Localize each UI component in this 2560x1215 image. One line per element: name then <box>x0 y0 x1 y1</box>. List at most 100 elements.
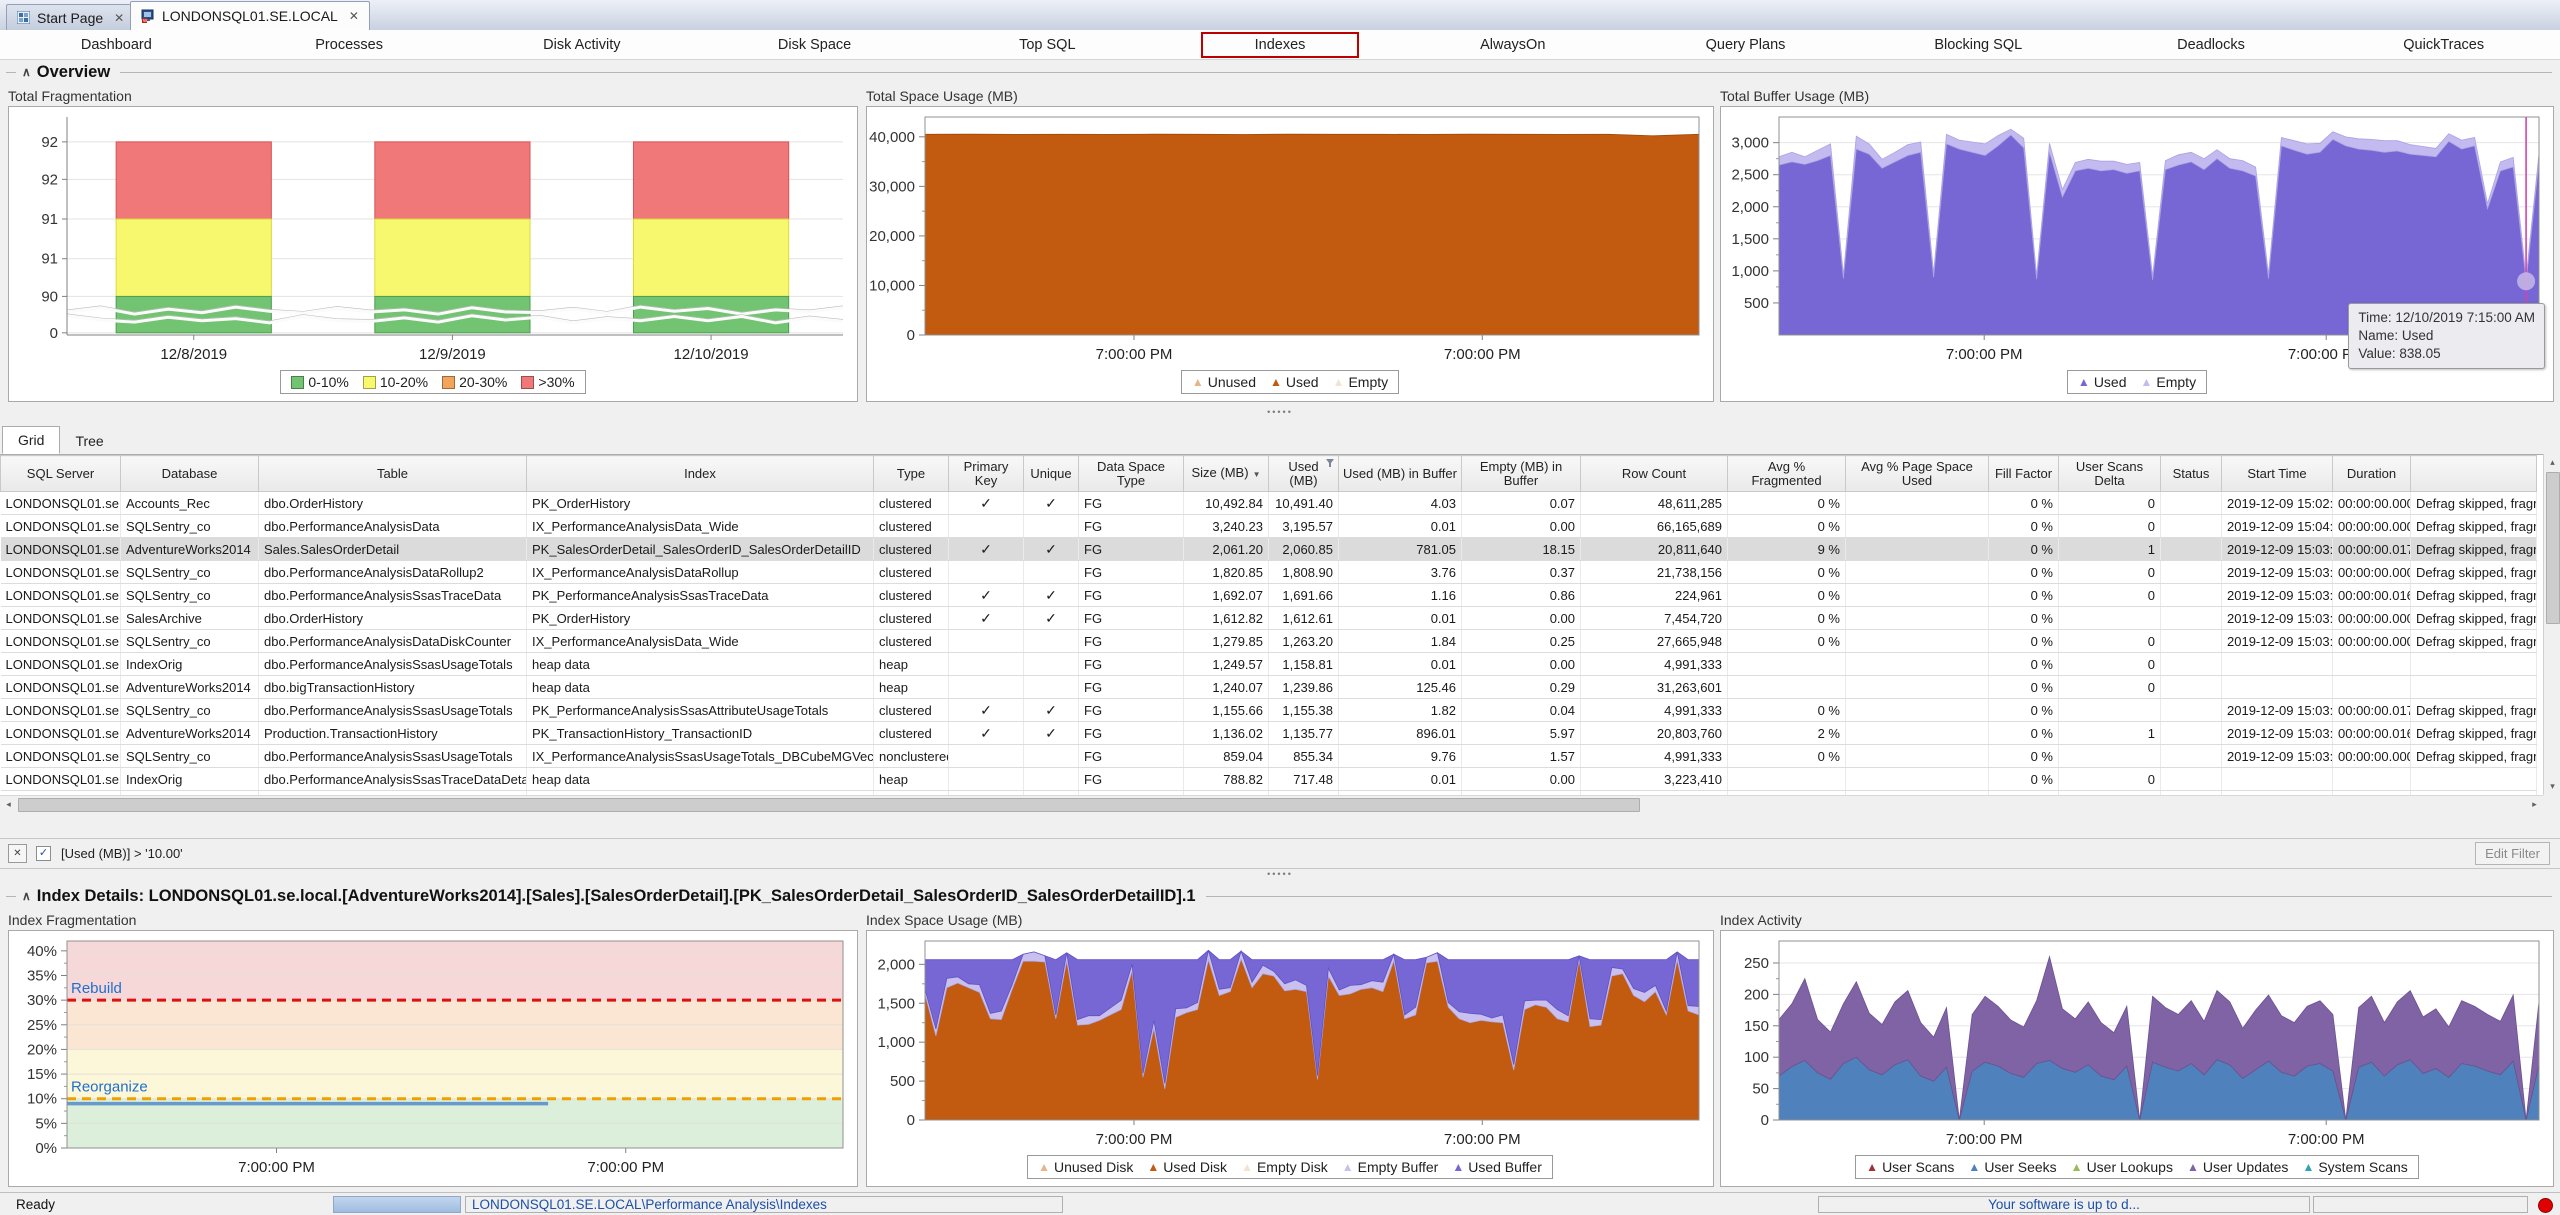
nav-item-processes[interactable]: Processes <box>233 30 466 59</box>
column-header-primary-key[interactable]: Primary Key <box>949 456 1024 492</box>
close-icon[interactable]: ✕ <box>349 9 359 23</box>
overview-section-header: ∧ Overview <box>6 62 2552 82</box>
column-header-status-text[interactable] <box>2411 456 2537 492</box>
tab-start-page[interactable]: Start Page ✕ <box>6 4 135 30</box>
table-row[interactable]: LONDONSQL01.se.localIndexOrigdbo.Perform… <box>1 653 2537 676</box>
scroll-right-icon[interactable]: ▸ <box>2526 796 2543 813</box>
table-row[interactable]: LONDONSQL01.se.localAdventureWorks2014Sa… <box>1 538 2537 561</box>
close-icon[interactable]: ✕ <box>114 11 124 25</box>
nav-item-dashboard[interactable]: Dashboard <box>0 30 233 59</box>
scrollbar-thumb[interactable] <box>2546 472 2560 624</box>
horizontal-scrollbar[interactable]: ◂ ▸ <box>0 795 2543 813</box>
column-header-size-mb-[interactable]: Size (MB)▼ <box>1184 456 1269 492</box>
edit-filter-button[interactable]: Edit Filter <box>2475 842 2550 865</box>
cell: 2019-12-09 15:03:41 <box>2222 630 2333 653</box>
scrollbar-thumb[interactable] <box>18 798 1640 812</box>
cell <box>1846 653 1989 676</box>
column-header-index[interactable]: Index <box>527 456 874 492</box>
cell: 1,279.85 <box>1184 630 1269 653</box>
column-header-duration[interactable]: Duration <box>2333 456 2411 492</box>
cell: 1,135.77 <box>1269 722 1339 745</box>
column-header-database[interactable]: Database <box>121 456 259 492</box>
details-section-header: ∧ Index Details: LONDONSQL01.se.local.[A… <box>6 886 2552 906</box>
nav-item-disk-activity[interactable]: Disk Activity <box>465 30 698 59</box>
start-page-icon <box>17 11 30 24</box>
cell: 0 % <box>1989 630 2059 653</box>
update-notice[interactable]: Your software is up to d... <box>1818 1196 2310 1213</box>
column-header-fill-factor[interactable]: Fill Factor <box>1989 456 2059 492</box>
scroll-down-icon[interactable]: ▾ <box>2544 778 2560 795</box>
status-indicator-icon <box>2538 1198 2553 1213</box>
cell <box>2161 492 2222 515</box>
column-header-type[interactable]: Type <box>874 456 949 492</box>
filter-enabled-checkbox[interactable]: ✓ <box>36 846 51 861</box>
nav-item-query-plans[interactable]: Query Plans <box>1629 30 1862 59</box>
column-header-avg-page-space-used[interactable]: Avg % Page Space Used <box>1846 456 1989 492</box>
table-row[interactable]: LONDONSQL01.se.localSQLSentry_codbo.Perf… <box>1 584 2537 607</box>
chart-total-buffer-usage: 5001,0001,5002,0002,5003,0007:00:00 PM7:… <box>1720 106 2554 402</box>
table-row[interactable]: LONDONSQL01.se.localSalesArchivedbo.Orde… <box>1 607 2537 630</box>
remove-filter-button[interactable]: ✕ <box>8 844 27 863</box>
column-header-empty-mb-in-buffer[interactable]: Empty (MB) in Buffer <box>1462 456 1581 492</box>
column-header-row-count[interactable]: Row Count <box>1581 456 1728 492</box>
table-row[interactable]: LONDONSQL01.se.localSQLSentry_codbo.Perf… <box>1 699 2537 722</box>
cell: 3,223,410 <box>1581 768 1728 791</box>
table-row[interactable]: LONDONSQL01.se.localSQLSentry_codbo.Perf… <box>1 745 2537 768</box>
tab-grid[interactable]: Grid <box>2 426 60 454</box>
table-row[interactable]: LONDONSQL01.se.localSQLSentry_codbo.Perf… <box>1 561 2537 584</box>
table-row[interactable]: LONDONSQL01.se.localAdventureWorks2014db… <box>1 676 2537 699</box>
cell <box>1846 630 1989 653</box>
tab-server[interactable]: W LONDONSQL01.SE.LOCAL ✕ <box>130 1 370 30</box>
nav-item-indexes[interactable]: Indexes <box>1164 30 1397 59</box>
vertical-scrollbar[interactable]: ▴ ▾ <box>2543 454 2560 795</box>
cell: SQLSentry_co <box>121 561 259 584</box>
cell: 3,240.23 <box>1184 515 1269 538</box>
cell <box>949 676 1024 699</box>
scroll-left-icon[interactable]: ◂ <box>0 796 17 813</box>
cell: clustered <box>874 722 949 745</box>
nav-item-top-sql[interactable]: Top SQL <box>931 30 1164 59</box>
column-header-unique[interactable]: Unique <box>1024 456 1079 492</box>
column-header-start-time[interactable]: Start Time <box>2222 456 2333 492</box>
svg-text:7:00:00 PM: 7:00:00 PM <box>238 1159 315 1176</box>
nav-item-blocking-sql[interactable]: Blocking SQL <box>1862 30 2095 59</box>
column-header-user-scans-delta[interactable]: User Scans Delta <box>2059 456 2161 492</box>
collapse-icon[interactable]: ∧ <box>22 65 31 79</box>
divider <box>6 72 16 73</box>
cell: SQLSentry_co <box>121 699 259 722</box>
cell <box>1846 722 1989 745</box>
scroll-up-icon[interactable]: ▴ <box>2544 454 2560 471</box>
nav-item-alwayson[interactable]: AlwaysOn <box>1396 30 1629 59</box>
nav-item-quicktraces[interactable]: QuickTraces <box>2327 30 2560 59</box>
column-header-status[interactable]: Status <box>2161 456 2222 492</box>
nav-item-deadlocks[interactable]: Deadlocks <box>2095 30 2328 59</box>
nav-item-disk-space[interactable]: Disk Space <box>698 30 931 59</box>
chart-index-fragmentation: 0%5%10%15%20%25%30%35%40%RebuildReorgani… <box>8 930 858 1187</box>
cell: 00:00:00.000 <box>2333 492 2411 515</box>
column-header-avg-fragmented[interactable]: Avg % Fragmented <box>1728 456 1846 492</box>
splitter-handle[interactable]: ••••• <box>0 407 2560 417</box>
cell: 0.00 <box>1462 607 1581 630</box>
cell: FG <box>1079 768 1184 791</box>
chart-title-index-space-usage: Index Space Usage (MB) <box>866 912 1022 929</box>
table-row[interactable]: LONDONSQL01.se.localAdventureWorks2014Pr… <box>1 722 2537 745</box>
cell: IX_PerformanceAnalysisData_Wide <box>527 630 874 653</box>
column-header-table[interactable]: Table <box>259 456 527 492</box>
table-row[interactable]: LONDONSQL01.se.localAccounts_Recdbo.Orde… <box>1 492 2537 515</box>
cell: ✓ <box>1024 607 1079 630</box>
table-row[interactable]: LONDONSQL01.se.localIndexOrigdbo.Perform… <box>1 768 2537 791</box>
column-header-used-mb-[interactable]: Used (MB) <box>1269 456 1339 492</box>
table-row[interactable]: LONDONSQL01.se.localSQLSentry_codbo.Perf… <box>1 630 2537 653</box>
svg-text:10,000: 10,000 <box>869 277 915 294</box>
tab-tree[interactable]: Tree <box>60 428 118 454</box>
collapse-icon[interactable]: ∧ <box>22 889 31 903</box>
table-row[interactable]: LONDONSQL01.se.localSQLSentry_codbo.Perf… <box>1 515 2537 538</box>
splitter-handle[interactable]: ••••• <box>0 869 2560 879</box>
column-header-used-mb-in-buffer[interactable]: Used (MB) in Buffer <box>1339 456 1462 492</box>
cell: 1,249.57 <box>1184 653 1269 676</box>
column-header-data-space-type[interactable]: Data Space Type <box>1079 456 1184 492</box>
cell: 0 <box>2059 561 2161 584</box>
document-tab-strip: Start Page ✕ W LONDONSQL01.SE.LOCAL ✕ <box>0 0 2560 30</box>
svg-text:20,000: 20,000 <box>869 228 915 245</box>
column-header-sql-server[interactable]: SQL Server <box>1 456 121 492</box>
